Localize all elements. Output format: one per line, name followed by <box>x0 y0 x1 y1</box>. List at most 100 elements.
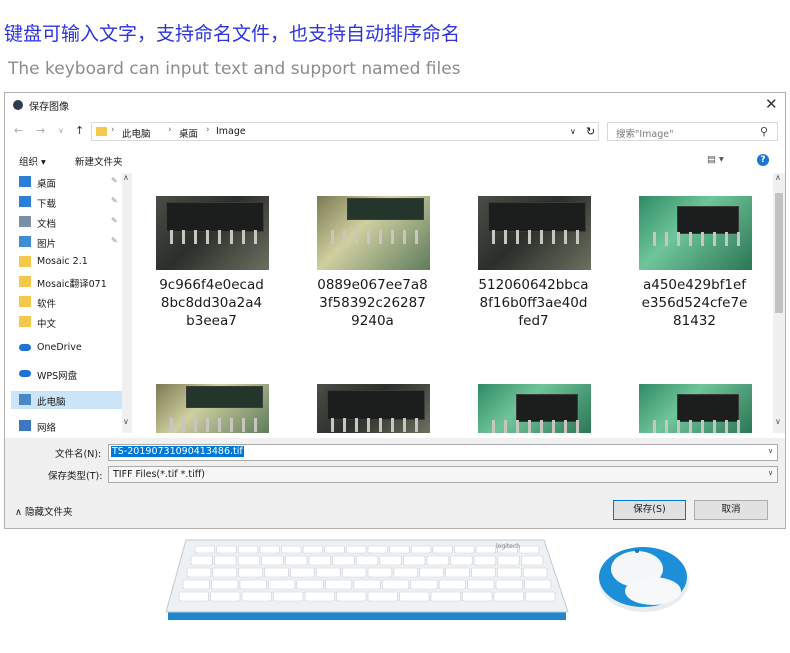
chip-pin <box>206 418 209 432</box>
filename-input[interactable]: TS-20190731090413486.tif ∨ <box>108 444 778 461</box>
refresh-icon[interactable]: ↻ <box>586 125 595 138</box>
chevron-down-icon[interactable]: ∨ <box>768 469 773 477</box>
sidebar-item[interactable]: 此电脑 <box>11 391 125 409</box>
key <box>493 591 524 602</box>
sidebar-item-label: 中文 <box>37 319 57 330</box>
breadcrumb-image[interactable]: Image <box>216 126 246 137</box>
chip-pin <box>355 418 358 432</box>
file-thumbnail[interactable] <box>156 384 269 433</box>
sidebar-item[interactable]: 下载 ✎ <box>11 193 125 211</box>
key <box>210 591 241 602</box>
chevron-down-icon[interactable]: ∨ <box>768 447 773 455</box>
scroll-down-icon[interactable]: ∨ <box>775 417 781 426</box>
app-icon <box>13 100 23 110</box>
filetype-label: 保存类型(T): <box>48 471 103 482</box>
sidebar-item[interactable]: 中文 <box>11 313 125 331</box>
sidebar-item[interactable]: Mosaic翻译071 <box>11 273 125 291</box>
forward-arrow-icon[interactable]: → <box>36 124 45 137</box>
file-name-line: 0889e067ee7a8 <box>317 277 428 293</box>
sidebar-item[interactable]: 软件 <box>11 293 125 311</box>
key <box>379 555 402 566</box>
navigation-scrollbar[interactable]: ∧ ∨ <box>122 173 132 433</box>
scroll-down-icon[interactable]: ∨ <box>123 417 129 426</box>
key <box>304 591 335 602</box>
file-thumbnail[interactable] <box>317 384 430 433</box>
key <box>341 567 367 578</box>
key <box>519 545 540 554</box>
picture-icon <box>19 236 31 247</box>
chip-pin <box>403 230 406 244</box>
pin-icon[interactable]: ✎ <box>111 236 118 245</box>
save-button[interactable]: 保存(S) <box>613 500 686 520</box>
sidebar-item-label: 文档 <box>37 219 57 230</box>
address-dropdown-icon[interactable]: ∨ <box>570 127 576 136</box>
scroll-up-icon[interactable]: ∧ <box>775 173 781 182</box>
chip-pin <box>492 420 495 433</box>
file-thumbnail <box>639 196 752 270</box>
desktop-icon <box>19 176 31 187</box>
history-dropdown-icon[interactable]: ∨ <box>58 126 64 135</box>
file-thumbnail[interactable] <box>639 384 752 433</box>
key <box>438 579 466 590</box>
chip-pin <box>230 230 233 244</box>
search-input[interactable]: 搜索"Image" ⚲ <box>607 122 778 141</box>
view-options-icon[interactable]: ▤ ▾ <box>707 154 724 165</box>
cancel-button[interactable]: 取消 <box>694 500 768 520</box>
chip-pin <box>218 230 221 244</box>
headline-chinese: 键盘可输入文字，支持命名文件，也支持自动排序命名 <box>4 23 461 45</box>
address-field[interactable]: › 此电脑 › 桌面 › Image ∨ ↻ <box>91 122 599 141</box>
navigation-pane: 桌面 ✎ 下载 ✎ 文档 ✎ 图片 ✎ Mosaic 2.1 Mosaic翻译071 软件 中文 One… <box>5 173 132 433</box>
key <box>410 545 432 554</box>
hide-folders-toggle[interactable]: ∧ 隐藏文件夹 <box>15 504 72 518</box>
file-thumbnail[interactable] <box>478 384 591 433</box>
file-name-line: b3eea7 <box>186 313 237 329</box>
scrollbar-thumb[interactable] <box>775 193 783 313</box>
sidebar-item[interactable]: WPS网盘 <box>11 365 125 383</box>
key <box>450 555 473 566</box>
key <box>355 555 379 566</box>
key <box>336 591 367 602</box>
key <box>182 579 210 590</box>
sidebar-item[interactable]: 文档 ✎ <box>11 213 125 231</box>
key <box>264 567 289 578</box>
sidebar-item[interactable]: 桌面 ✎ <box>11 173 125 191</box>
pin-icon[interactable]: ✎ <box>111 216 118 225</box>
help-icon[interactable]: ? <box>757 154 769 166</box>
sidebar-item[interactable]: Mosaic 2.1 <box>11 253 125 271</box>
sidebar-item[interactable]: 网络 <box>11 417 125 433</box>
chip-pin <box>689 420 692 433</box>
breadcrumb-this-pc[interactable]: 此电脑 <box>122 126 151 140</box>
chip-shape <box>488 202 586 232</box>
back-arrow-icon[interactable]: ← <box>14 124 23 137</box>
key <box>393 567 419 578</box>
folder-icon <box>19 276 31 287</box>
filetype-value: TIFF Files(*.tif *.tiff) <box>113 469 205 480</box>
file-item[interactable]: 9c966f4e0ecad 8bc8dd30a2a4 b3eea7 <box>144 193 279 343</box>
close-icon[interactable]: ✕ <box>765 95 778 113</box>
chip-pin <box>194 418 197 432</box>
filename-value[interactable]: TS-20190731090413486.tif <box>111 446 244 457</box>
file-item[interactable]: a450e429bf1ef e356d524cfe7e 81432 <box>627 193 762 343</box>
pin-icon[interactable]: ✎ <box>111 196 118 205</box>
key <box>332 555 355 566</box>
filetype-select[interactable]: TIFF Files(*.tif *.tiff) ∨ <box>108 466 778 483</box>
pin-icon[interactable]: ✎ <box>111 176 118 185</box>
key <box>367 591 398 602</box>
sidebar-item-label: 下载 <box>37 199 57 210</box>
new-folder-button[interactable]: 新建文件夹 <box>75 154 123 168</box>
chip-pin <box>516 420 519 433</box>
sidebar-item[interactable]: 图片 ✎ <box>11 233 125 251</box>
chip-shape <box>516 394 578 422</box>
chip-pin <box>689 232 692 246</box>
key <box>315 567 341 578</box>
chip-pin <box>564 420 567 433</box>
breadcrumb-desktop[interactable]: 桌面 <box>179 126 198 140</box>
up-arrow-icon[interactable]: ↑ <box>75 124 84 137</box>
organize-menu[interactable]: 组织 ▾ <box>19 154 46 168</box>
sidebar-item[interactable]: OneDrive <box>11 339 125 357</box>
file-item[interactable]: 512060642bbca 8f16b0ff3ae40d fed7 <box>466 193 601 343</box>
file-item[interactable]: 0889e067ee7a8 3f58392c26287 9240a <box>305 193 440 343</box>
key <box>522 567 548 578</box>
scroll-up-icon[interactable]: ∧ <box>123 173 129 182</box>
search-icon[interactable]: ⚲ <box>760 125 768 138</box>
